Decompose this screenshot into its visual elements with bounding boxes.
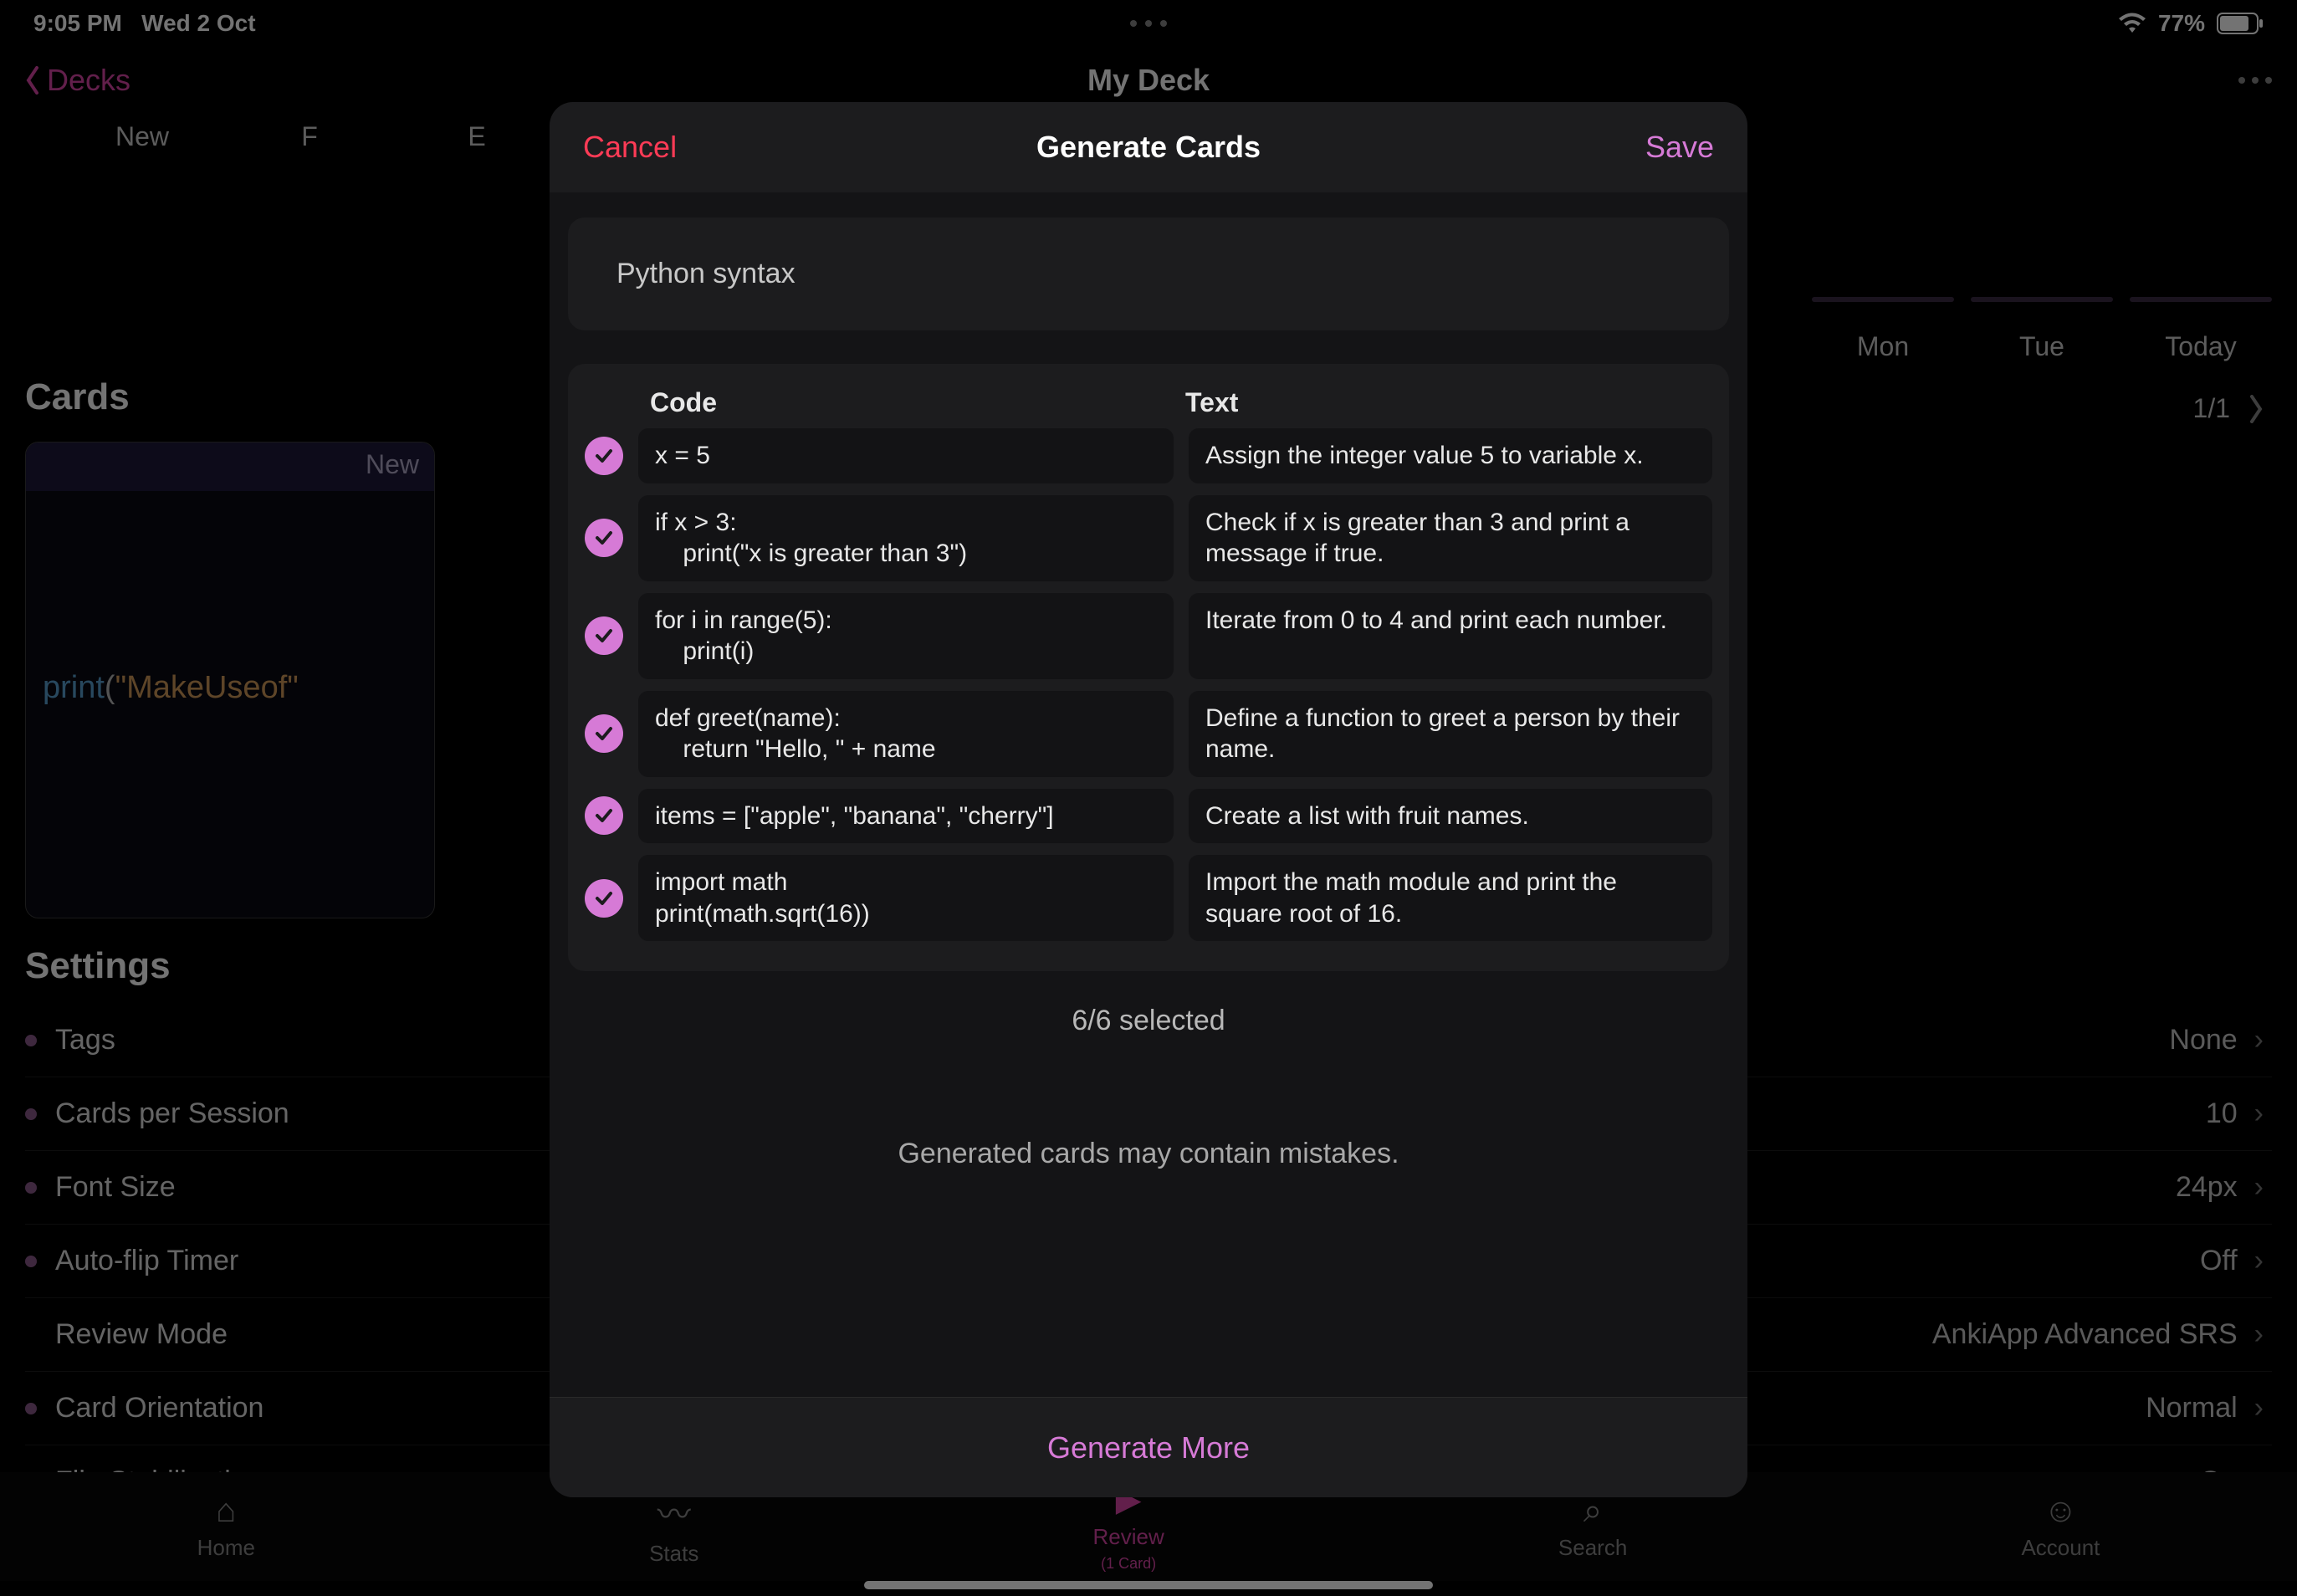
code-cell[interactable]: import math print(math.sqrt(16)) [638,855,1174,941]
disclaimer-text: Generated cards may contain mistakes. [568,1087,1729,1195]
generate-cards-modal: Cancel Generate Cards Save Python syntax… [550,102,1747,1497]
table-row: items = ["apple", "banana", "cherry"] Cre… [585,789,1712,844]
topic-input[interactable]: Python syntax [568,217,1729,330]
code-cell[interactable]: def greet(name): return "Hello, " + name [638,691,1174,777]
table-row: import math print(math.sqrt(16))Import t… [585,855,1712,941]
selected-count: 6/6 selected [568,971,1729,1087]
row-checkbox[interactable] [585,879,623,918]
text-cell[interactable]: Import the math module and print the squ… [1189,855,1712,941]
row-checkbox[interactable] [585,714,623,753]
modal-header: Cancel Generate Cards Save [550,102,1747,192]
modal-title: Generate Cards [1036,130,1261,165]
table-row: x = 5 Assign the integer value 5 to varia… [585,428,1712,483]
code-cell[interactable]: items = ["apple", "banana", "cherry"] [638,789,1174,844]
generate-more-button[interactable]: Generate More [550,1397,1747,1497]
save-button[interactable]: Save [1645,130,1714,165]
row-checkbox[interactable] [585,519,623,557]
generated-cards-table: Code Text x = 5 Assign the integer value … [568,364,1729,971]
text-cell[interactable]: Iterate from 0 to 4 and print each numbe… [1189,593,1712,679]
code-cell[interactable]: x = 5 [638,428,1174,483]
cancel-button[interactable]: Cancel [583,130,677,165]
table-row: if x > 3: print("x is greater than 3")Ch… [585,495,1712,581]
table-row: def greet(name): return "Hello, " + name… [585,691,1712,777]
code-cell[interactable]: for i in range(5): print(i) [638,593,1174,679]
row-checkbox[interactable] [585,437,623,475]
row-checkbox[interactable] [585,616,623,655]
table-row: for i in range(5): print(i)Iterate from … [585,593,1712,679]
row-checkbox[interactable] [585,796,623,835]
text-cell[interactable]: Create a list with fruit names. [1189,789,1712,844]
text-cell[interactable]: Define a function to greet a person by t… [1189,691,1712,777]
column-header-code: Code [650,387,1185,418]
code-cell[interactable]: if x > 3: print("x is greater than 3") [638,495,1174,581]
text-cell[interactable]: Check if x is greater than 3 and print a… [1189,495,1712,581]
text-cell[interactable]: Assign the integer value 5 to variable x… [1189,428,1712,483]
column-header-text: Text [1185,387,1712,418]
